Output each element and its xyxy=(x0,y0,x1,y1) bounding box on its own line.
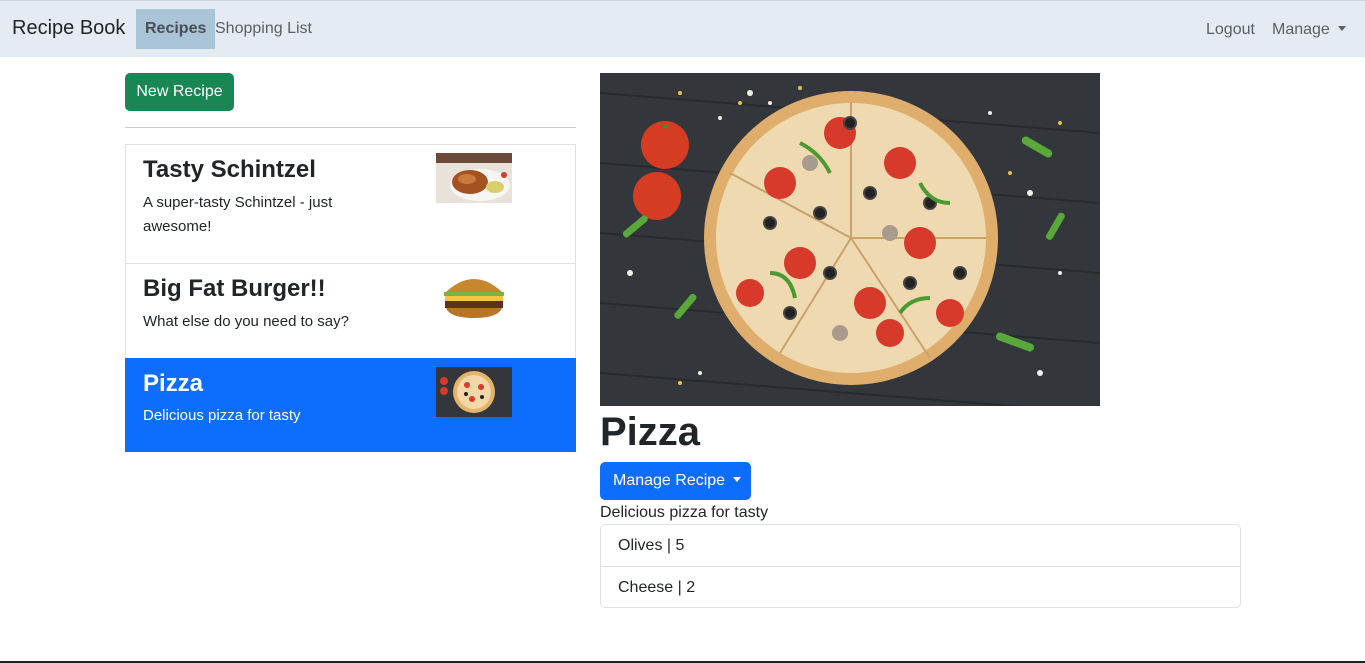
ingredient-list: Olives | 5 Cheese | 2 xyxy=(600,524,1241,608)
burger-thumbnail xyxy=(436,268,512,318)
nav-shopping-list[interactable]: Shopping List xyxy=(206,9,321,49)
navbar: Recipe Book Recipes Shopping List Logout… xyxy=(0,0,1365,57)
chevron-down-icon xyxy=(1337,26,1346,31)
recipe-title: Pizza xyxy=(600,410,701,454)
recipe-item-burger[interactable]: Big Fat Burger!! What else do you need t… xyxy=(125,263,576,359)
manage-dropdown[interactable]: Manage xyxy=(1272,21,1346,39)
manage-recipe-label: Manage Recipe xyxy=(613,472,726,489)
recipe-item-pizza[interactable]: Pizza Delicious pizza for tasty xyxy=(125,358,576,452)
schnitzel-thumbnail xyxy=(436,153,512,203)
recipe-list: Tasty Schintzel A super-tasty Schintzel … xyxy=(125,144,576,452)
logout-link[interactable]: Logout xyxy=(1206,21,1255,39)
ingredient-item[interactable]: Cheese | 2 xyxy=(601,566,1240,607)
brand[interactable]: Recipe Book xyxy=(12,17,125,40)
manage-label: Manage xyxy=(1272,21,1330,38)
recipe-name: Pizza xyxy=(143,370,204,397)
recipe-description: What else do you need to say? xyxy=(143,313,349,330)
manage-recipe-button[interactable]: Manage Recipe xyxy=(600,462,751,500)
pizza-image xyxy=(600,73,1100,406)
recipe-description: Delicious pizza for tasty xyxy=(600,504,769,521)
pizza-thumbnail xyxy=(436,367,512,417)
recipe-item-schnitzel[interactable]: Tasty Schintzel A super-tasty Schintzel … xyxy=(125,144,576,264)
nav-recipes[interactable]: Recipes xyxy=(136,9,216,49)
chevron-down-icon xyxy=(733,477,742,482)
recipe-description: Delicious pizza for tasty xyxy=(143,407,301,424)
recipe-name: Big Fat Burger!! xyxy=(143,275,326,302)
recipe-name: Tasty Schintzel xyxy=(143,156,316,183)
divider xyxy=(125,127,576,128)
new-recipe-button[interactable]: New Recipe xyxy=(125,73,234,111)
recipe-description: A super-tasty Schintzel - just awesome! xyxy=(143,194,333,235)
ingredient-item[interactable]: Olives | 5 xyxy=(601,525,1240,566)
